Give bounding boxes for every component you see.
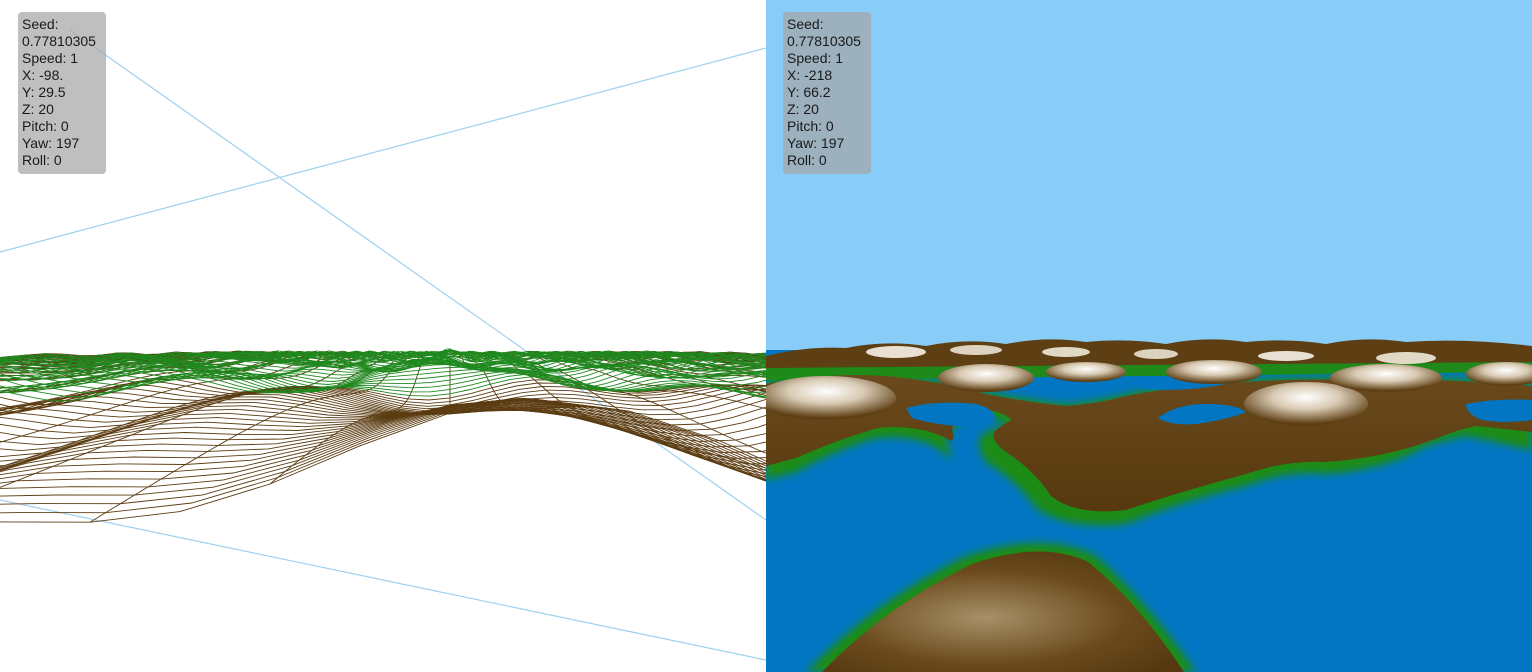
- x-readout: X: -218: [787, 67, 833, 83]
- mesh-line: [0, 350, 391, 392]
- terrain-wireframe-mesh: [0, 348, 766, 523]
- seed-value: 0.77810305: [787, 33, 861, 49]
- z-readout: Z: 20: [787, 101, 819, 117]
- yaw-readout: Yaw: 197: [22, 135, 80, 151]
- seed-label: Seed:: [787, 16, 824, 32]
- mesh-line: [0, 350, 237, 359]
- seed-label: Seed:: [22, 16, 59, 32]
- debug-info-panel: Seed: 0.77810305 Speed: 1 X: -98. Y: 29.…: [18, 12, 106, 174]
- debug-info-panel: Seed: 0.77810305 Speed: 1 X: -218 Y: 66.…: [783, 12, 871, 174]
- seed-value: 0.77810305: [22, 33, 96, 49]
- mesh-line: [466, 350, 766, 454]
- x-readout: X: -98.: [22, 67, 64, 83]
- speed-readout: Speed: 1: [787, 50, 844, 66]
- y-readout: Y: 66.2: [787, 84, 831, 100]
- roll-readout: Roll: 0: [787, 152, 827, 168]
- solid-terrain-viewport[interactable]: Seed: 0.77810305 Speed: 1 X: -218 Y: 66.…: [766, 0, 1532, 672]
- mesh-line: [595, 351, 766, 360]
- solid-terrain-canvas[interactable]: [766, 0, 1532, 672]
- mesh-line: [462, 351, 766, 482]
- speed-readout: Speed: 1: [22, 50, 79, 66]
- y-readout: Y: 29.5: [22, 84, 66, 100]
- yaw-readout: Yaw: 197: [787, 135, 845, 151]
- roll-readout: Roll: 0: [22, 152, 62, 168]
- pitch-readout: Pitch: 0: [22, 118, 69, 134]
- wireframe-terrain-viewport[interactable]: Seed: 0.77810305 Speed: 1 X: -98. Y: 29.…: [0, 0, 766, 672]
- pitch-readout: Pitch: 0: [787, 118, 834, 134]
- z-readout: Z: 20: [22, 101, 54, 117]
- axis-lines: [0, 29, 766, 661]
- wireframe-terrain-canvas[interactable]: [0, 0, 766, 672]
